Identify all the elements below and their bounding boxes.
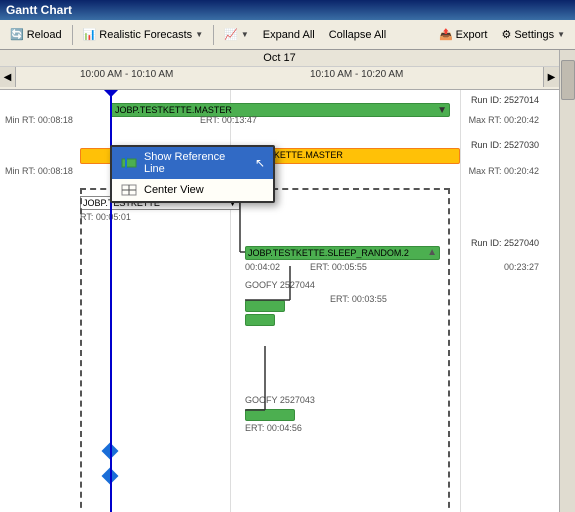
cursor-indicator: ↖ (255, 156, 265, 170)
run-id-4: Run ID: 2527040 (471, 238, 539, 248)
bar-4-label: JOBP.TESTKETTE.SLEEP_RANDOM.2 (248, 248, 409, 258)
time-marker-1: 10:00 AM - 10:10 AM (80, 69, 173, 80)
stat-minrt-1: Min RT: 00:08:18 (5, 115, 73, 125)
reload-button[interactable]: 🔄 Reload (4, 23, 68, 47)
menu-item-center-view[interactable]: Center View (112, 179, 273, 201)
vertical-scroll-thumb[interactable] (561, 60, 575, 100)
settings-dropdown-arrow: ▼ (557, 30, 565, 39)
timeline-times: ◀ 10:00 AM - 10:10 AM 10:10 AM - 10:20 A… (0, 67, 559, 87)
settings-icon: ⚙ (501, 28, 511, 41)
bar-4[interactable]: JOBP.TESTKETTE.SLEEP_RANDOM.2 ▲ (245, 246, 440, 260)
main-area: Oct 17 ◀ 10:00 AM - 10:10 AM 10:10 AM - … (0, 50, 575, 512)
stat-max4: 00:23:27 (504, 262, 539, 272)
bar-6[interactable] (245, 409, 295, 421)
gantt-row-4: Run ID: 2527040 JOBP.TESTKETTE.SLEEP_RAN… (0, 238, 559, 273)
run-id-2: Run ID: 2527030 (471, 140, 539, 150)
context-menu: Show Reference Line ↖ Center View (110, 145, 275, 203)
toolbar: 🔄 Reload 📊 Realistic Forecasts ▼ 📈 ▼ Exp… (0, 20, 575, 50)
stat-min4: 00:04:02 (245, 262, 280, 272)
export-icon: 📤 (439, 28, 453, 41)
separator-1 (72, 25, 73, 45)
timeline-scroll-left[interactable]: ◀ (0, 67, 16, 87)
gantt-row-1: JOBP.TESTKETTE.MASTER ▼ Run ID: 2527014 … (0, 95, 559, 125)
run-goofy-1: GOOFY 2527044 (245, 280, 315, 290)
stat-ert-4: ERT: 00:05:55 (310, 262, 367, 272)
chart-icon: 📈 (224, 28, 238, 41)
stat-ert-5: ERT: 00:03:55 (330, 294, 387, 304)
show-reference-line-icon (120, 156, 138, 170)
collapse-all-button[interactable]: Collapse All (323, 23, 392, 47)
title-bar: Gantt Chart (0, 0, 575, 20)
reload-icon: 🔄 (10, 28, 24, 41)
gantt-row-5: GOOFY 2527044 ERT: 00:03:55 (0, 280, 559, 330)
bar-5b[interactable] (245, 314, 275, 326)
left-arrow-icon: ◀ (4, 72, 12, 83)
bar-1-label: JOBP.TESTKETTE.MASTER (115, 105, 232, 115)
export-button[interactable]: 📤 Export (433, 23, 494, 47)
realistic-forecasts-button[interactable]: 📊 Realistic Forecasts ▼ (77, 23, 210, 47)
chart-dropdown-arrow: ▼ (241, 30, 249, 39)
something-button[interactable]: 📈 ▼ (218, 23, 255, 47)
right-arrow-icon: ▶ (548, 72, 556, 83)
run-goofy-2: GOOFY 2527043 (245, 395, 315, 405)
center-view-icon (120, 183, 138, 197)
timeline-date: Oct 17 (0, 50, 559, 67)
forecast-dropdown-arrow: ▼ (195, 30, 203, 39)
bar-1[interactable]: JOBP.TESTKETTE.MASTER ▼ (110, 103, 450, 117)
title-text: Gantt Chart (6, 3, 72, 17)
gantt-body[interactable]: JOBP.TESTKETTE.MASTER ▼ Run ID: 2527014 … (0, 90, 559, 512)
time-marker-2: 10:10 AM - 10:20 AM (310, 69, 403, 80)
bar-5a[interactable] (245, 300, 285, 312)
run-id-1: Run ID: 2527014 (471, 95, 539, 105)
expand-all-button[interactable]: Expand All (257, 23, 321, 47)
timeline-scroll-right[interactable]: ▶ (543, 67, 559, 87)
timeline-header: Oct 17 ◀ 10:00 AM - 10:10 AM 10:10 AM - … (0, 50, 559, 90)
bar-1-marker: ▼ (437, 105, 447, 116)
selection-box (80, 188, 450, 512)
right-scrollbar[interactable] (559, 50, 575, 512)
gantt-content[interactable]: Oct 17 ◀ 10:00 AM - 10:10 AM 10:10 AM - … (0, 50, 559, 512)
stat-ert-6: ERT: 00:04:56 (245, 423, 302, 433)
gantt-row-6: GOOFY 2527043 ERT: 00:04:56 (0, 395, 559, 435)
settings-button[interactable]: ⚙ Settings ▼ (495, 23, 571, 47)
gantt-row-3: 2527031 JOBP.TESTKETTE ▼ RT: 00:05:01 (0, 188, 559, 223)
forecast-icon: 📊 (83, 28, 97, 41)
stat-minrt-2: Min RT: 00:08:18 (5, 166, 73, 176)
separator-2 (213, 25, 214, 45)
bar-4-up-marker: ▲ (427, 247, 437, 258)
stat-rt-3: RT: 00:05:01 (80, 212, 131, 222)
stat-ert-1: ERT: 00:13:47 (200, 115, 257, 125)
stat-maxrt-1: Max RT: 00:20:42 (469, 115, 539, 125)
gantt-row-2: Run ID: 2527030 Name: JOBP.TESTKETTE.MAS… (0, 140, 559, 180)
stat-maxrt-2: Max RT: 00:20:42 (469, 166, 539, 176)
menu-item-show-reference-line[interactable]: Show Reference Line ↖ (112, 147, 273, 179)
